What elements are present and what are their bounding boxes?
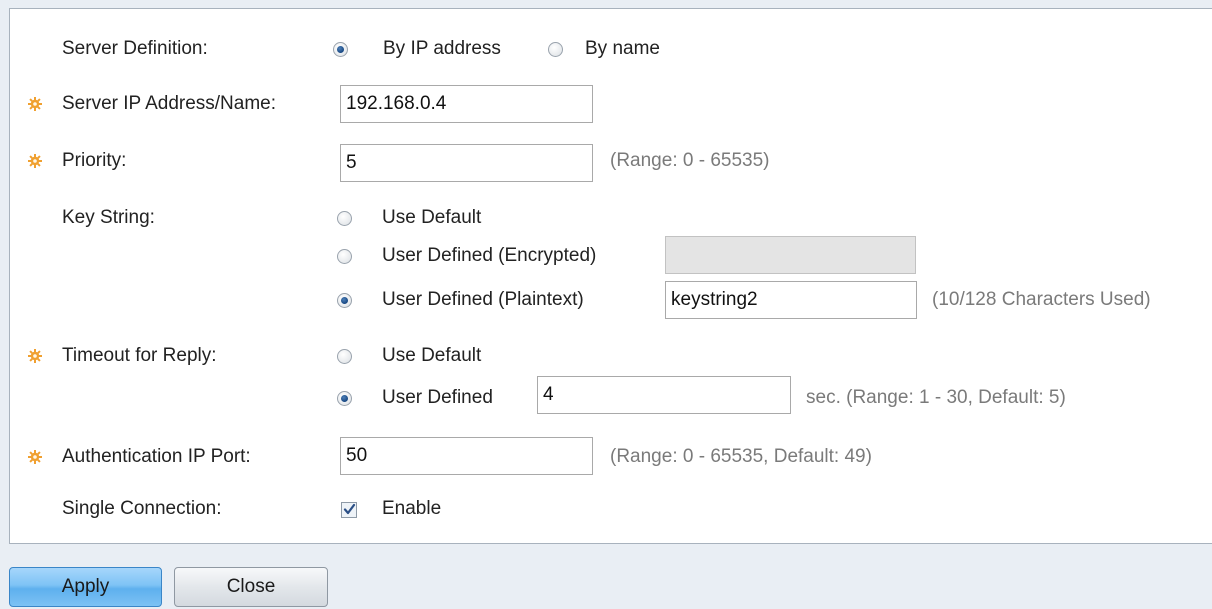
radio-key-use-default[interactable] [337, 211, 352, 226]
key-plaintext-label: User Defined (Plaintext) [382, 289, 584, 310]
radio-key-user-defined-encrypted[interactable] [337, 249, 352, 264]
single-connection-checkbox[interactable] [341, 502, 357, 518]
auth-port-input[interactable] [340, 437, 593, 475]
radio-timeout-user-defined[interactable] [337, 391, 352, 406]
key-characters-used-hint: (10/128 Characters Used) [932, 289, 1151, 310]
radio-by-ip-address[interactable] [333, 42, 348, 57]
server-definition-label: Server Definition: [62, 38, 208, 59]
key-plaintext-input[interactable] [665, 281, 917, 319]
key-encrypted-input[interactable] [665, 236, 916, 274]
timeout-input[interactable] [537, 376, 791, 414]
timeout-label: Timeout for Reply: [62, 345, 217, 366]
priority-range-hint: (Range: 0 - 65535) [610, 150, 770, 171]
close-button[interactable]: Close [174, 567, 328, 607]
key-encrypted-label: User Defined (Encrypted) [382, 245, 597, 266]
apply-button[interactable]: Apply [9, 567, 162, 607]
radio-by-name[interactable] [548, 42, 563, 57]
server-ip-label: Server IP Address/Name: [62, 93, 277, 114]
timeout-user-defined-label: User Defined [382, 387, 493, 408]
priority-input[interactable] [340, 144, 593, 182]
gear-icon [28, 154, 42, 168]
gear-icon [28, 97, 42, 111]
single-connection-label: Single Connection: [62, 498, 222, 519]
auth-port-label: Authentication IP Port: [62, 446, 251, 467]
priority-label: Priority: [62, 150, 127, 171]
auth-port-range-hint: (Range: 0 - 65535, Default: 49) [610, 446, 872, 467]
check-icon [343, 503, 356, 515]
enable-label: Enable [382, 498, 442, 519]
by-ip-address-label: By IP address [383, 38, 501, 59]
key-use-default-label: Use Default [382, 207, 482, 228]
by-name-label: By name [585, 38, 660, 59]
gear-icon [28, 349, 42, 363]
key-string-label: Key String: [62, 207, 155, 228]
timeout-range-hint: sec. (Range: 1 - 30, Default: 5) [806, 387, 1066, 408]
radio-key-user-defined-plaintext[interactable] [337, 293, 352, 308]
radio-timeout-use-default[interactable] [337, 349, 352, 364]
timeout-use-default-label: Use Default [382, 345, 482, 366]
gear-icon [28, 450, 42, 464]
server-ip-input[interactable] [340, 85, 593, 123]
